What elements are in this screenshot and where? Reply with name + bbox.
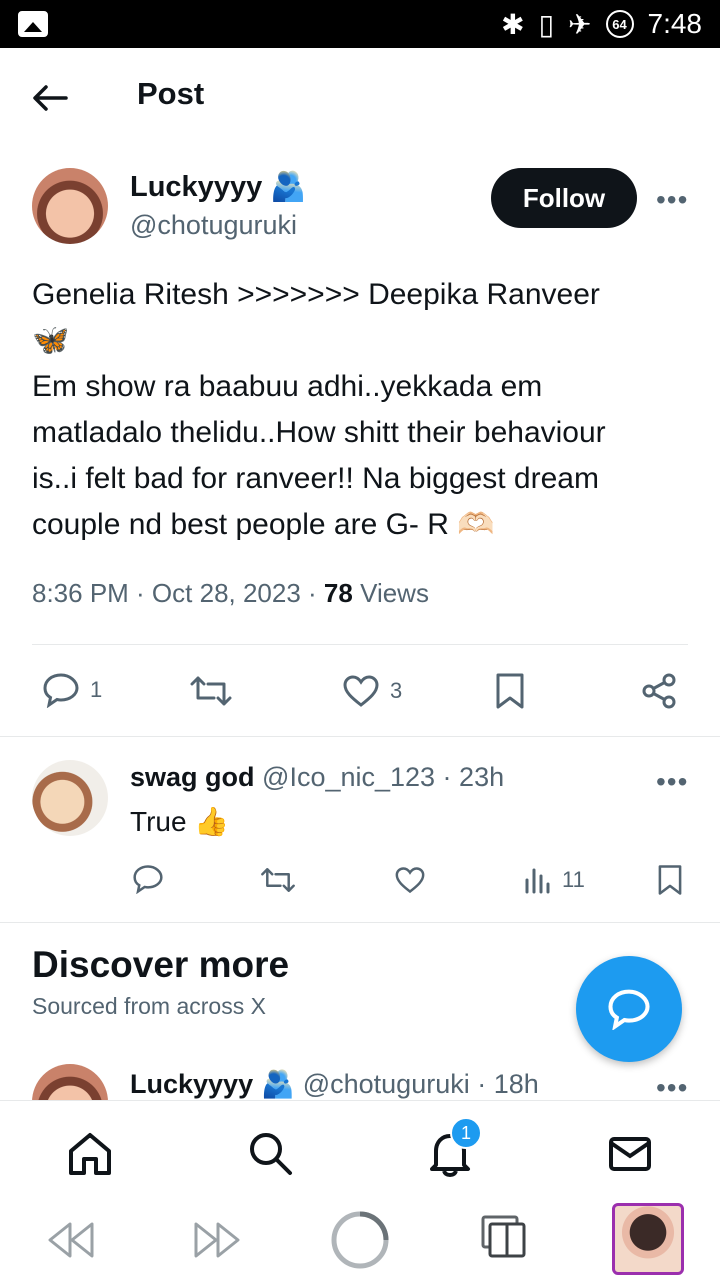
reply-header: swag god @Ico_nic_123 · 23h — [130, 762, 504, 793]
bluetooth-icon: ✱ — [501, 8, 525, 40]
post-timestamp: 8:36 PM · Oct 28, 2023 · — [32, 578, 324, 608]
repost-icon — [261, 868, 295, 892]
views-count: 78 — [323, 578, 353, 608]
bookmark-button[interactable] — [494, 672, 526, 710]
more-options-icon[interactable]: ••• — [656, 184, 688, 216]
author-name[interactable]: Luckyyyy 🫂 — [130, 170, 306, 204]
rewind-icon[interactable] — [46, 1218, 96, 1262]
post-meta: 8:36 PM · Oct 28, 2023 · 78 Views — [32, 578, 429, 609]
discover-title: Discover more — [32, 944, 290, 985]
next-post-handle-time: @chotuguruki · 18h — [302, 1068, 539, 1099]
hug-emoji: 🫂 — [270, 171, 307, 203]
messages-envelope-icon[interactable] — [606, 1129, 654, 1177]
next-post-header: Luckyyyy 🫂 @chotuguruki · 18h — [130, 1068, 539, 1100]
author-name-text: Luckyyyy — [130, 170, 263, 203]
discover-subtitle: Sourced from across X — [32, 993, 266, 1019]
hug-emoji: 🫂 — [261, 1069, 295, 1099]
divider — [0, 736, 720, 737]
fast-forward-icon[interactable] — [192, 1218, 242, 1262]
views-label: Views — [352, 578, 429, 608]
reply-author-name[interactable]: swag god — [130, 762, 255, 792]
reply-views-count: 11 — [562, 867, 585, 892]
next-post-author[interactable]: Luckyyyy — [130, 1069, 253, 1100]
heart-icon — [395, 867, 425, 894]
page-title: Post — [137, 76, 205, 111]
airplane-icon: ✈ — [568, 8, 592, 40]
reply-bookmark-button[interactable] — [656, 864, 684, 896]
reply-handle-time: @Ico_nic_123 · 23h — [262, 762, 505, 792]
top-bar: Post — [0, 48, 720, 148]
status-bar: ✱ ▯ ✈ 64 7:48 — [0, 0, 720, 48]
post-text: Genelia Ritesh >>>>>>> Deepika Ranveer 🦋… — [32, 278, 606, 541]
home-circle-icon[interactable] — [330, 1210, 390, 1270]
compose-reply-icon — [608, 989, 650, 1030]
share-button[interactable] — [640, 672, 678, 710]
reply-button[interactable]: 1 — [42, 672, 102, 708]
notification-count-badge: 1 — [450, 1117, 482, 1149]
divider — [0, 922, 720, 923]
bottom-nav — [0, 1100, 720, 1200]
author-avatar[interactable] — [32, 168, 108, 244]
reply-views-button[interactable]: 11 — [524, 866, 585, 894]
reply-icon — [133, 865, 163, 894]
battery-icon: 64 — [605, 10, 634, 38]
like-count: 3 — [390, 678, 403, 703]
reply-icon — [43, 673, 79, 708]
reply-more-icon[interactable]: ••• — [656, 766, 688, 798]
repost-button[interactable] — [190, 674, 232, 708]
app-thumbnail[interactable] — [612, 1203, 684, 1275]
reply-text: True 👍 — [130, 806, 230, 837]
reply-author-avatar[interactable] — [32, 760, 108, 836]
reply-like-button[interactable] — [394, 866, 426, 894]
recent-apps-icon[interactable] — [480, 1214, 528, 1260]
search-icon[interactable] — [246, 1129, 294, 1177]
reply-reply-button[interactable] — [132, 864, 164, 894]
like-button[interactable]: 3 — [342, 674, 402, 708]
heart-icon — [343, 675, 379, 707]
divider — [32, 644, 688, 645]
home-icon[interactable] — [66, 1129, 114, 1177]
compose-fab[interactable] — [576, 956, 682, 1062]
image-notification-icon — [18, 11, 48, 37]
bookmark-icon — [658, 865, 682, 895]
reply-count: 1 — [90, 677, 103, 702]
back-arrow-icon[interactable] — [30, 82, 70, 114]
analytics-icon — [525, 868, 550, 894]
vibrate-icon: ▯ — [538, 8, 555, 40]
bookmark-icon — [496, 673, 524, 709]
reply-repost-button[interactable] — [260, 866, 296, 894]
repost-icon — [190, 676, 232, 706]
follow-button[interactable]: Follow — [491, 168, 637, 228]
clock: 7:48 — [647, 8, 703, 39]
author-handle[interactable]: @chotuguruki — [130, 210, 297, 241]
share-icon — [642, 673, 676, 709]
